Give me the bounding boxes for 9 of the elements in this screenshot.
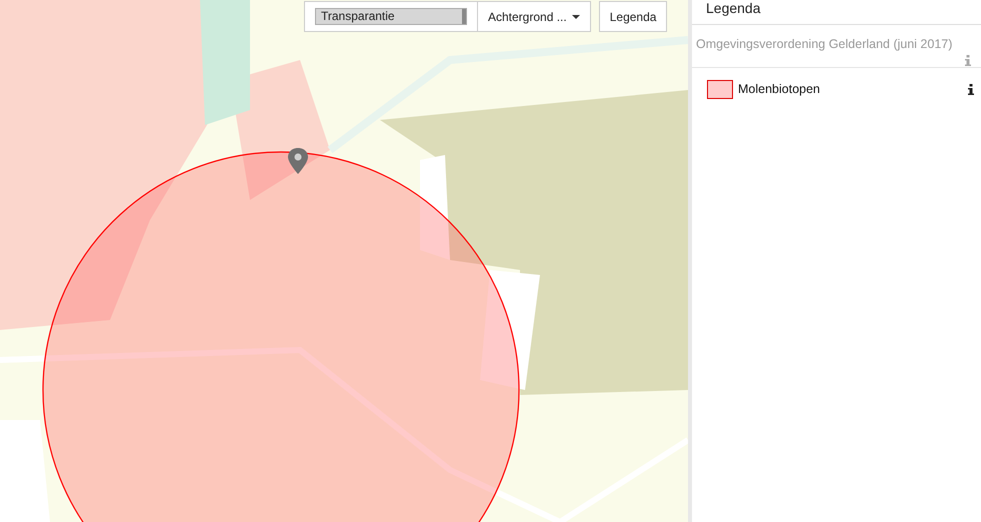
transparency-slider[interactable]: Transparantie — [315, 8, 467, 25]
legend-title: Legenda — [706, 0, 761, 17]
info-icon[interactable] — [968, 84, 974, 95]
legend-item-label: Molenbiotopen — [738, 81, 822, 98]
caret-icon — [572, 14, 580, 18]
slider-thumb[interactable] — [462, 9, 466, 24]
legend-group-title: Omgevingsverordening Gelderland (juni 2017) — [696, 37, 954, 52]
slider-label: Transparantie — [321, 9, 395, 24]
legend-button[interactable]: Legenda — [598, 1, 668, 32]
